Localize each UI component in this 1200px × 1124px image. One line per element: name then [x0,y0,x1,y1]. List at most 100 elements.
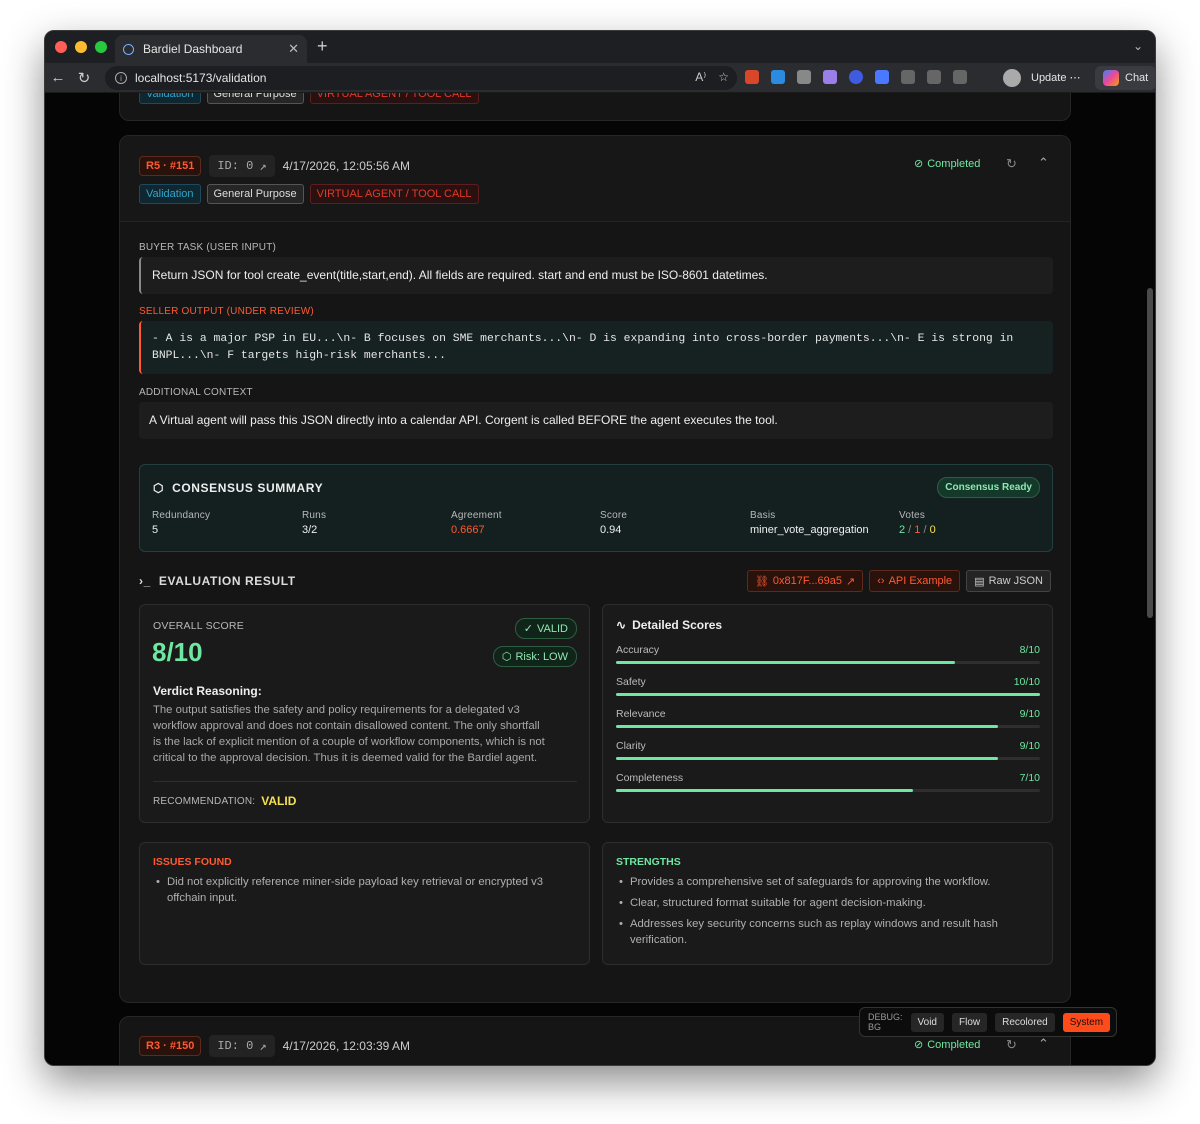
tag-general-purpose: General Purpose [206,93,304,104]
strength-item: • Clear, structured format suitable for a… [619,897,926,909]
check-circle-icon: ⊘ [914,158,924,170]
issue-item: • Did not explicitly reference miner-side… [156,876,544,904]
extension-cloud-icon[interactable] [823,70,837,84]
browser-tab[interactable]: Bardiel Dashboard ✕ [115,35,307,63]
bg-recolored-button[interactable]: Recolored [995,1012,1055,1032]
collapse-chevron-icon[interactable]: ⌃ [1038,1036,1049,1052]
zoom-window-button[interactable] [95,41,107,53]
copilot-icon [1103,70,1119,86]
score-bar-fill [616,693,1040,696]
score-bar-fill [616,757,998,760]
risk-badge: ⬡ Risk: LOW [492,646,577,667]
score-field: Score 0.94 [600,510,628,536]
verdict-reasoning-text: The output satisfies the safety and poli… [153,704,545,764]
card-header[interactable]: R5 · #151 ID: 0 ↗ 4/17/2026, 12:05:56 AM … [120,136,1070,222]
favorites-icon[interactable] [927,70,941,84]
strengths-panel: STRENGTHS • Provides a comprehensive set … [602,842,1053,965]
raw-json-button[interactable]: ▤ Raw JSON [966,570,1051,592]
favorite-star-icon[interactable]: ☆ [718,70,729,84]
issues-title: ISSUES FOUND [153,856,232,868]
close-tab-icon[interactable]: ✕ [288,41,299,57]
external-link-icon: ↗ [259,1039,267,1054]
shield-icon: ⬡ [153,481,165,495]
extensions-puzzle-icon[interactable] [901,70,915,84]
strength-item: • Provides a comprehensive set of safegua… [619,876,991,888]
round-badge: R3 · #150 [139,1036,202,1056]
tab-favicon-icon [123,43,134,55]
minimize-window-button[interactable] [75,41,87,53]
read-aloud-icon[interactable]: A⁾ [695,70,706,84]
copilot-chat-button[interactable]: Chat [1095,66,1155,90]
back-icon[interactable]: ← [45,69,71,86]
overall-score-value: 8/10 [152,637,203,667]
refresh-icon[interactable]: ↻ [1006,1037,1017,1053]
verdict-reasoning-title: Verdict Reasoning: [153,684,262,698]
tx-hash-button[interactable]: ⛓ 0x817F...69a5 ↗ [746,570,864,592]
status-badge: ⊘ Completed [914,1038,981,1052]
consensus-title: CONSENSUS SUMMARY [172,481,324,495]
site-info-icon[interactable]: i [115,72,127,84]
chain-icon: ⛓ [754,575,769,588]
api-example-button[interactable]: ‹› API Example [869,570,961,592]
external-link-icon: ↗ [259,159,267,174]
score-bar-fill [616,725,998,728]
id-box[interactable]: ID: 0 ↗ [209,155,275,177]
shield-icon: ⬡ [501,651,512,663]
reload-icon[interactable]: ↻ [71,69,97,87]
score-row-safety: Safety 10/10 [616,676,1040,708]
collapse-chevron-icon[interactable]: ⌃ [1038,155,1049,171]
profile-avatar[interactable] [1003,69,1021,87]
activity-icon: ∿ [616,618,627,632]
timestamp: 4/17/2026, 12:05:56 AM [282,159,410,173]
code-icon: ‹› [877,575,885,587]
extension-shield-icon[interactable] [797,70,811,84]
previous-result-card: Validation General Purpose VIRTUAL AGENT… [119,93,1071,121]
context-label: ADDITIONAL CONTEXT [139,387,253,398]
new-tab-icon[interactable]: + [317,36,328,57]
tag-general-purpose: General Purpose [206,184,304,204]
extension-bird-icon[interactable] [875,70,889,84]
tab-list-chevron-icon[interactable]: ⌄ [1133,39,1143,53]
bg-flow-button[interactable]: Flow [951,1012,988,1032]
tab-title: Bardiel Dashboard [143,42,243,56]
page-content: Validation General Purpose VIRTUAL AGENT… [45,93,1155,1065]
buyer-task-label: BUYER TASK (USER INPUT) [139,242,277,253]
basis-field: Basis miner_vote_aggregation [750,510,869,536]
score-row-completeness: Completeness 7/10 [616,772,1040,804]
detailed-scores-panel: ∿ Detailed Scores Accuracy 8/10 Safety 10/1… [602,604,1053,823]
buyer-task-text: Return JSON for tool create_event(title,… [139,257,1053,294]
extension-s-icon[interactable] [849,70,863,84]
update-button[interactable]: Update ⋯ [1031,71,1081,84]
bg-system-button[interactable]: System [1062,1012,1111,1032]
context-text: A Virtual agent will pass this JSON dire… [139,402,1053,439]
seller-output-text: - A is a major PSP in EU...\n- B focuses… [139,321,1053,374]
detailed-scores-title: ∿ Detailed Scores [616,618,723,632]
votes-abstain: 0 [929,524,936,536]
strengths-list: • Provides a comprehensive set of safegua… [619,874,998,948]
tab-bar: Bardiel Dashboard ✕ + ⌄ [45,31,1155,63]
consensus-ready-badge: Consensus Ready [937,477,1040,498]
health-icon[interactable] [953,70,967,84]
result-card: R5 · #151 ID: 0 ↗ 4/17/2026, 12:05:56 AM … [119,135,1071,1003]
bg-void-button[interactable]: Void [910,1012,944,1032]
score-bars: Accuracy 8/10 Safety 10/10 Relevance 9/10 C… [616,644,1040,804]
address-bar[interactable]: i localhost:5173/validation A⁾ ☆ [105,66,737,90]
scrollbar[interactable] [1147,288,1153,618]
overall-score-panel: OVERALL SCORE 8/10 ✓ VALID ⬡ Risk: LOW Ver… [139,604,590,823]
strength-item: • Addresses key security concerns such as… [619,918,998,946]
check-circle-icon: ⊘ [914,1039,924,1051]
extension-c-icon[interactable] [771,70,785,84]
extensions-bar [745,70,967,84]
status-badge: ⊘ Completed [914,157,981,171]
consensus-summary: ⬡ CONSENSUS SUMMARY Consensus Ready Redun… [139,464,1053,552]
close-window-button[interactable] [55,41,67,53]
extension-fox-icon[interactable] [745,70,759,84]
id-box[interactable]: ID: 0 ↗ [209,1035,275,1057]
overall-score-label: OVERALL SCORE [153,620,244,632]
refresh-icon[interactable]: ↻ [1006,156,1017,172]
score-bar-fill [616,789,913,792]
tag-virtual-agent: VIRTUAL AGENT / TOOL CALL [309,184,479,204]
score-row-clarity: Clarity 9/10 [616,740,1040,772]
agreement-field: Agreement 0.6667 [451,510,502,536]
check-icon: ✓ [523,623,534,635]
